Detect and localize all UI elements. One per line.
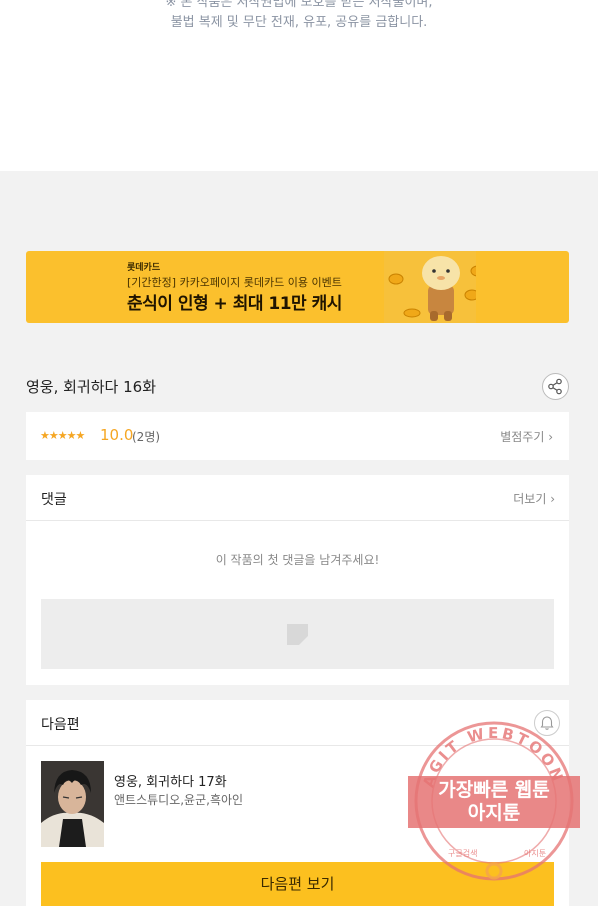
rating-stars: ★★★★★ [40, 429, 85, 442]
ad-placeholder[interactable] [41, 599, 554, 669]
rate-button[interactable]: 별점주기 › [500, 428, 553, 445]
svg-text:아지툰: 아지툰 [524, 848, 546, 858]
next-section-title: 다음편 [41, 717, 80, 733]
banner-subtitle: [기간한정] 카카오페이지 롯데카드 이용 이벤트 [127, 276, 342, 289]
comment-more-link[interactable]: 더보기 › [513, 490, 555, 507]
svg-text:가장빠른 웹툰: 가장빠른 웹툰 [438, 779, 550, 801]
episode-title: 영웅, 회귀하다 16화 [26, 378, 156, 396]
character-doll-illustration [384, 251, 476, 323]
banner-title: 춘식이 인형 + 최대 11만 캐시 [127, 294, 342, 314]
share-button[interactable] [542, 373, 569, 400]
copyright-notice: ※ 본 작품은 저작권법에 보호를 받는 저작물이며, 불법 복제 및 무단 전… [0, 0, 598, 171]
rating-card: ★★★★★ 10.0 (2명) 별점주기 › [26, 412, 569, 460]
empty-comment-message: 이 작품의 첫 댓글을 남겨주세요! [215, 553, 380, 567]
thumbnail-character-image [41, 761, 104, 847]
rating-score: 10.0 [100, 426, 134, 444]
svg-text:구글검색: 구글검색 [448, 848, 477, 858]
image-placeholder-icon [287, 624, 308, 645]
comment-title: 댓글 [41, 492, 67, 508]
svg-text:아지툰: 아지툰 [468, 802, 520, 824]
share-icon [548, 378, 562, 395]
notice-line-1: ※ 본 작품은 저작권법에 보호를 받는 저작물이며, [165, 0, 433, 10]
notice-line-2: 불법 복제 및 무단 전재, 유포, 공유를 금합니다. [170, 15, 428, 30]
comment-header: 댓글 더보기 › [26, 475, 569, 521]
rating-count: (2명) [132, 430, 161, 444]
comment-section: 댓글 더보기 › 이 작품의 첫 댓글을 남겨주세요! [26, 475, 569, 685]
next-episode-thumbnail[interactable] [41, 761, 104, 847]
next-episode-title[interactable]: 영웅, 회귀하다 17화 [114, 771, 227, 790]
banner-brand: 롯데카드 [127, 263, 161, 273]
next-episode-authors: 앤트스튜디오,윤군,흑아인 [114, 793, 244, 807]
watermark-stamp: AGIT WEBTOON 가장빠른 웹툰 아지툰 구글검색 아지툰 [408, 721, 580, 881]
promo-banner[interactable]: 롯데카드 [기간한정] 카카오페이지 롯데카드 이용 이벤트 춘식이 인형 + … [26, 251, 569, 323]
